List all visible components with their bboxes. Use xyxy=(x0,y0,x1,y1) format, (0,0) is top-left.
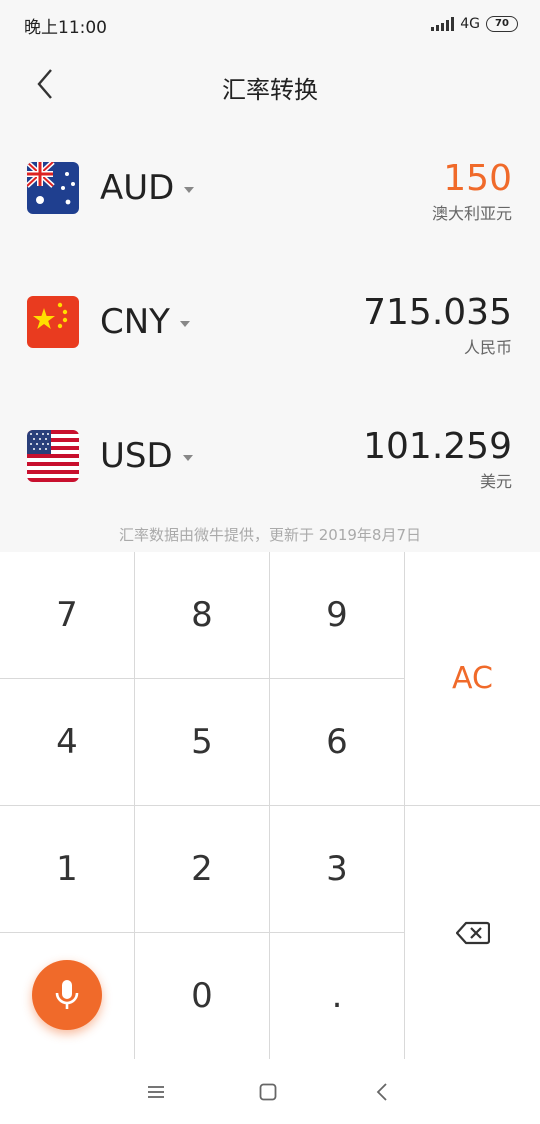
currency-name-usd: 美元 xyxy=(479,472,512,491)
currency-row-cny[interactable]: CNY 715.035 人民币 xyxy=(0,262,540,382)
signal-icon xyxy=(431,17,455,31)
square-home-icon xyxy=(259,1083,277,1101)
currency-row-usd[interactable]: USD 101.259 美元 xyxy=(0,396,540,516)
status-time: 晚上11:00 xyxy=(24,18,107,38)
key-5[interactable]: 5 xyxy=(135,679,269,805)
key-8[interactable]: 8 xyxy=(135,552,269,678)
key-4[interactable]: 4 xyxy=(0,679,134,805)
australia-flag-icon xyxy=(27,162,79,214)
currency-code: CNY xyxy=(100,302,170,342)
china-flag-icon xyxy=(27,296,79,348)
title-bar: 汇率转换 xyxy=(0,48,540,118)
key-1[interactable]: 1 xyxy=(0,806,134,932)
status-bar: 晚上11:00 4G 70 xyxy=(0,0,540,48)
currency-name-cny: 人民币 xyxy=(463,338,512,357)
back-chevron-icon xyxy=(376,1083,387,1101)
key-decimal[interactable]: . xyxy=(270,933,404,1059)
currency-name-aud: 澳大利亚元 xyxy=(431,204,512,223)
usa-flag-icon xyxy=(27,430,79,482)
nav-back-button[interactable] xyxy=(362,1077,402,1107)
status-indicators: 4G 70 xyxy=(431,14,518,34)
currency-selector-aud[interactable]: AUD xyxy=(100,168,195,208)
currency-code: AUD xyxy=(100,168,175,208)
page-title: 汇率转换 xyxy=(222,76,318,104)
currency-code: USD xyxy=(100,436,173,476)
clear-all-button[interactable]: AC xyxy=(405,552,540,805)
system-nav-bar xyxy=(0,1059,540,1124)
currency-row-aud[interactable]: AUD 150 澳大利亚元 xyxy=(0,128,540,248)
dropdown-caret-icon xyxy=(182,454,193,461)
dropdown-caret-icon xyxy=(179,320,190,327)
key-6[interactable]: 6 xyxy=(270,679,404,805)
currency-selector-cny[interactable]: CNY xyxy=(100,302,190,342)
battery-icon: 70 xyxy=(486,16,518,32)
battery-level: 70 xyxy=(495,18,509,29)
dropdown-caret-icon xyxy=(184,186,195,193)
nav-menu-button[interactable] xyxy=(136,1077,176,1107)
key-3[interactable]: 3 xyxy=(270,806,404,932)
menu-icon xyxy=(148,1086,164,1098)
key-7[interactable]: 7 xyxy=(0,552,134,678)
key-9[interactable]: 9 xyxy=(270,552,404,678)
network-type: 4G xyxy=(460,16,480,32)
currency-amount-usd[interactable]: 101.259 xyxy=(363,426,512,467)
data-source-note: 汇率数据由微牛提供，更新于 2019年8月7日 xyxy=(118,526,422,544)
currency-amount-cny[interactable]: 715.035 xyxy=(363,292,512,333)
voice-input-button[interactable] xyxy=(32,960,102,1030)
backspace-icon xyxy=(455,921,490,944)
currency-selector-usd[interactable]: USD xyxy=(100,436,193,476)
nav-home-button[interactable] xyxy=(248,1077,288,1107)
currency-amount-aud[interactable]: 150 xyxy=(443,158,512,199)
microphone-icon xyxy=(55,980,79,1009)
key-0[interactable]: 0 xyxy=(135,933,269,1059)
backspace-button[interactable] xyxy=(405,806,540,1059)
key-2[interactable]: 2 xyxy=(135,806,269,932)
